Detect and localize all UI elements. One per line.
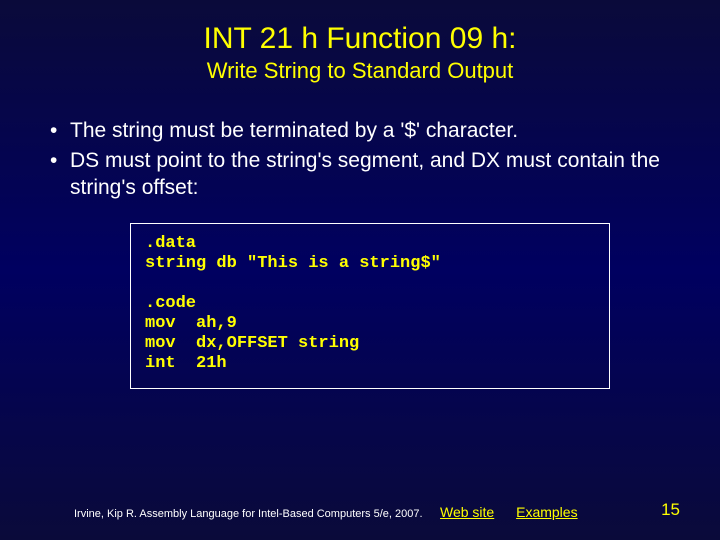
slide: INT 21 h Function 09 h: Write String to … — [0, 0, 720, 540]
page-number: 15 — [661, 500, 680, 520]
bullet-item: DS must point to the string's segment, a… — [70, 148, 660, 201]
examples-link[interactable]: Examples — [516, 504, 577, 520]
footer-links: Web site Examples — [440, 504, 596, 520]
footer: Irvine, Kip R. Assembly Language for Int… — [0, 494, 720, 520]
bullet-item: The string must be terminated by a '$' c… — [70, 118, 660, 144]
code-block: .data string db "This is a string$" .cod… — [130, 223, 610, 389]
slide-subtitle: Write String to Standard Output — [0, 58, 720, 84]
slide-title: INT 21 h Function 09 h: — [0, 0, 720, 56]
bullet-list: The string must be terminated by a '$' c… — [0, 118, 720, 201]
website-link[interactable]: Web site — [440, 504, 494, 520]
citation-text: Irvine, Kip R. Assembly Language for Int… — [74, 508, 423, 520]
